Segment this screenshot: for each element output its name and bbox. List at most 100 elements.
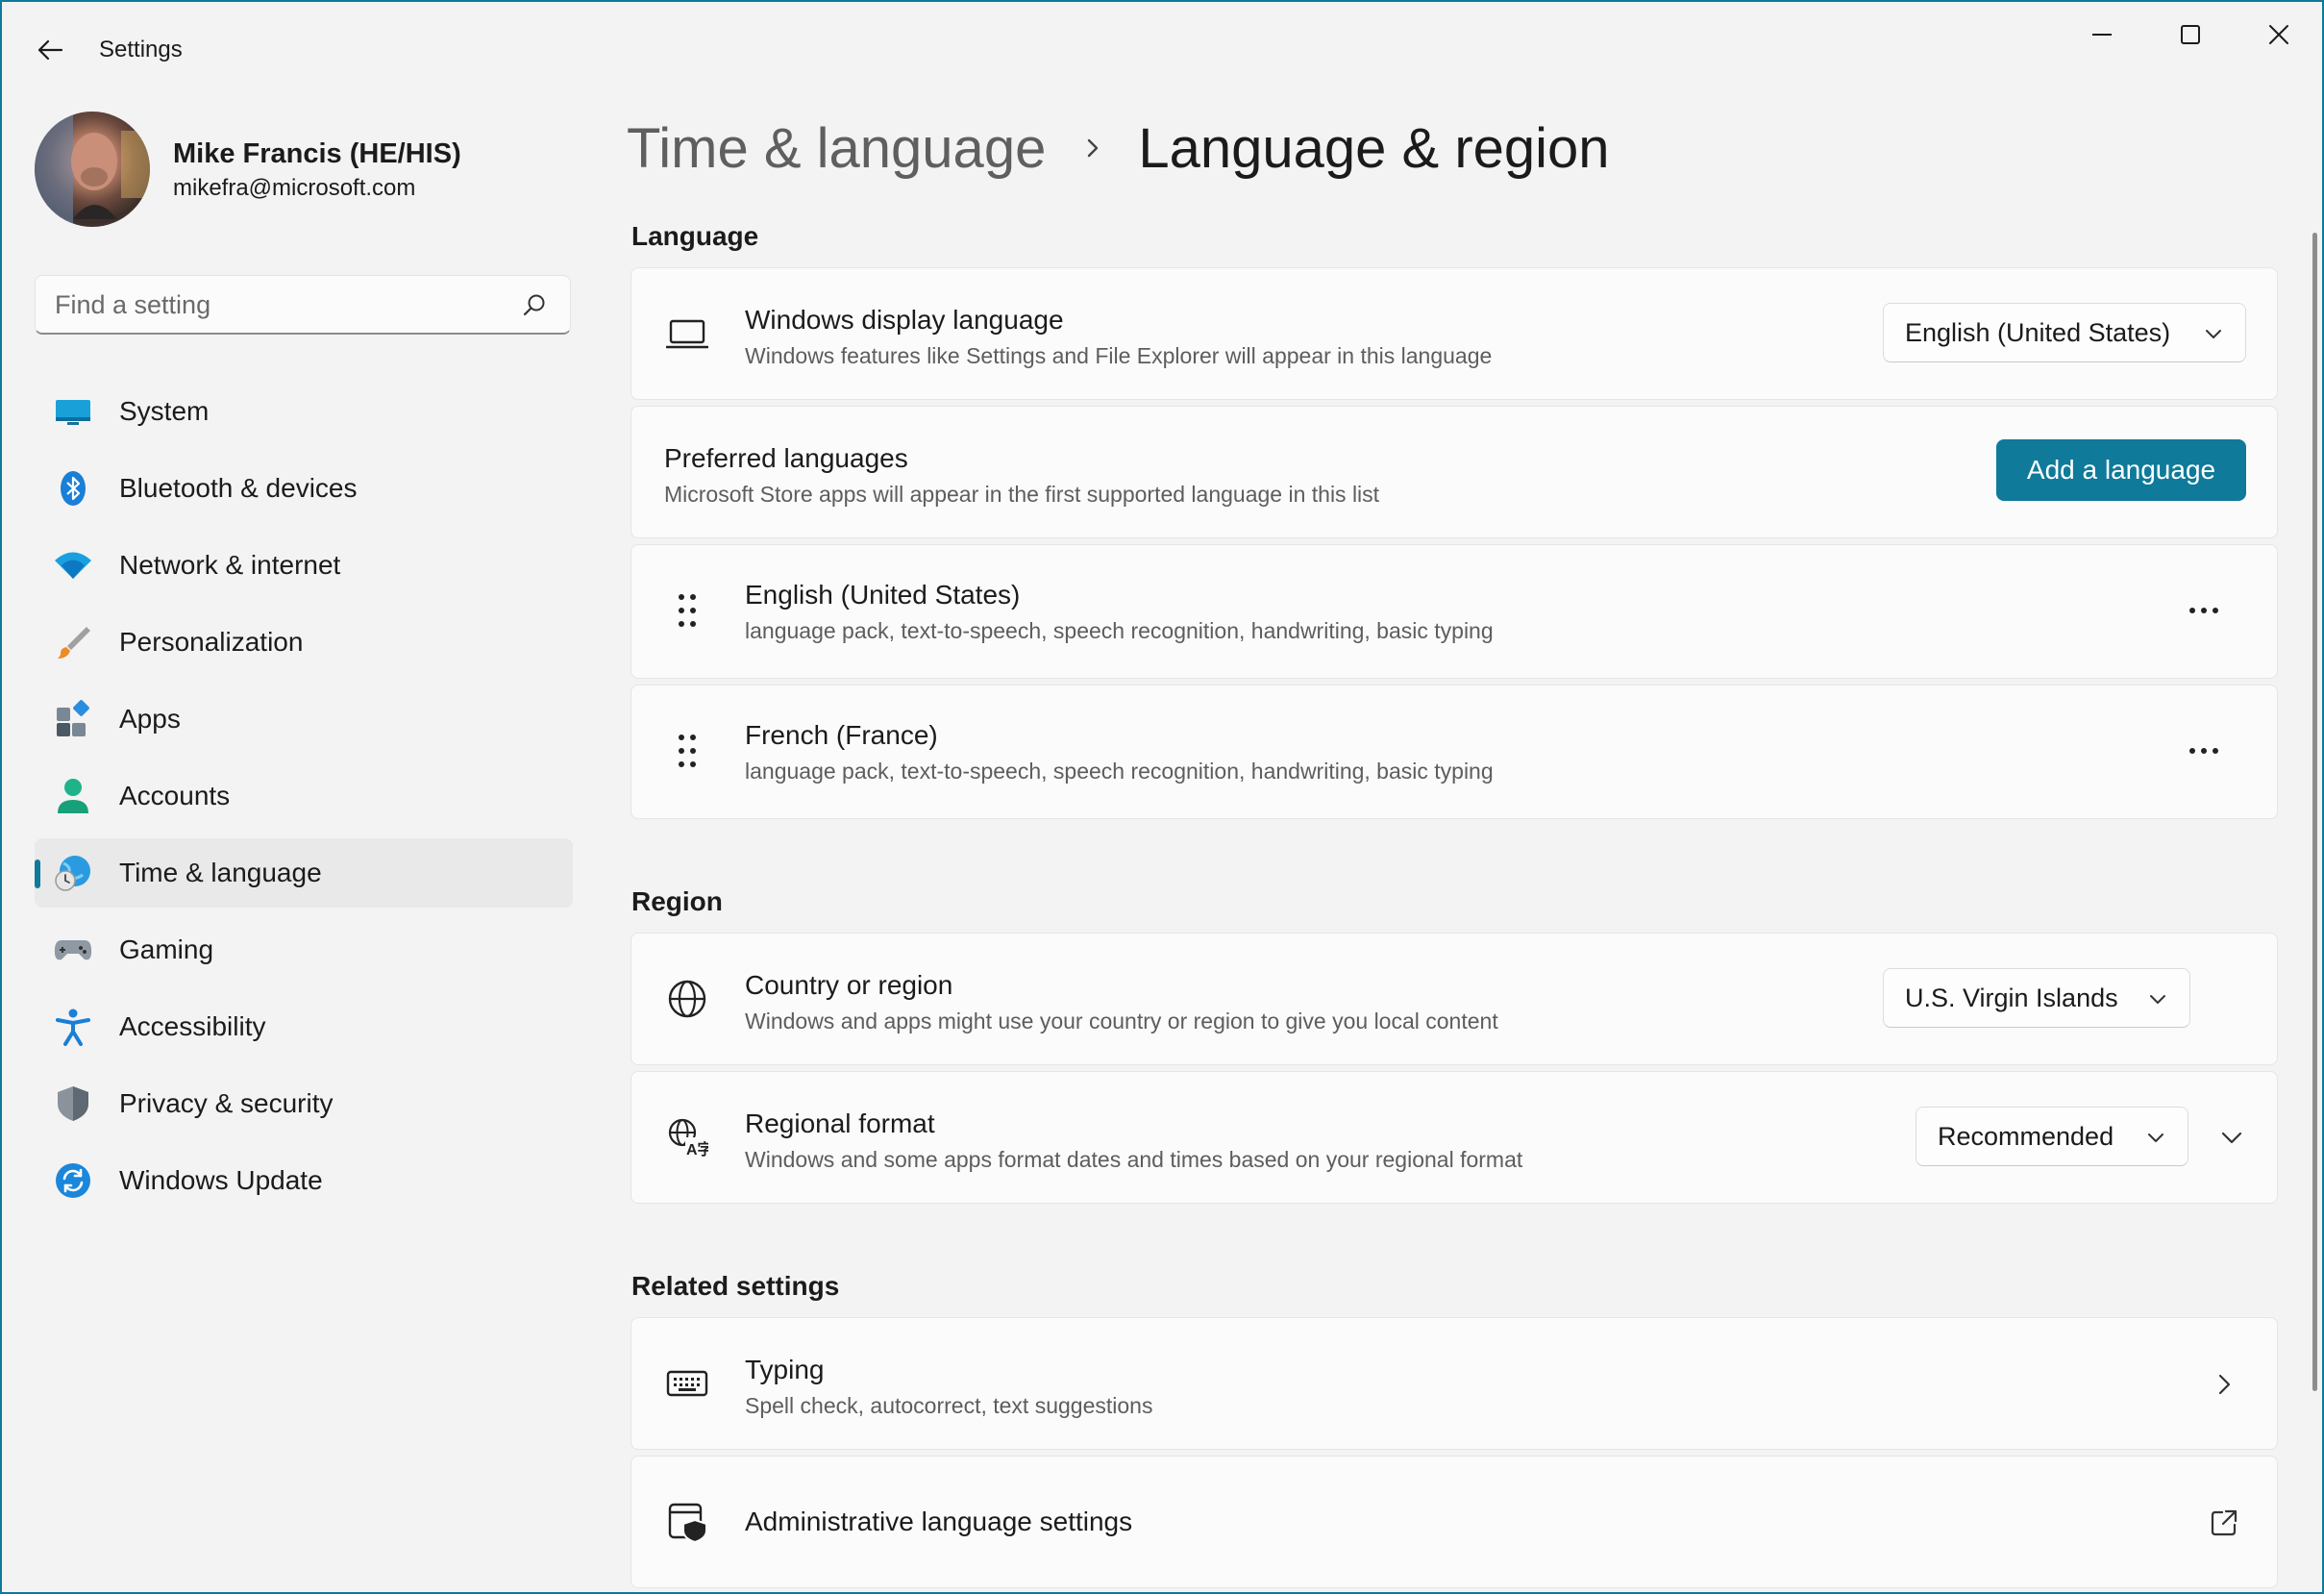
sidebar-item-personalization[interactable]: Personalization: [35, 608, 573, 677]
more-options-button[interactable]: [2185, 732, 2223, 770]
country-region-description: Windows and apps might use your country …: [745, 1009, 1498, 1034]
back-button[interactable]: [29, 31, 71, 69]
minimize-button[interactable]: [2059, 13, 2145, 56]
regional-format-card[interactable]: A字 Regional format Windows and some apps…: [630, 1071, 2278, 1204]
sidebar-item-label: Privacy & security: [119, 1088, 334, 1118]
sidebar-item-system[interactable]: System: [35, 377, 573, 446]
breadcrumb-parent[interactable]: Time & language: [627, 116, 1046, 181]
accessibility-icon: [56, 1009, 90, 1046]
country-region-title: Country or region: [745, 970, 953, 1000]
sidebar-item-network[interactable]: Network & internet: [35, 531, 573, 600]
update-icon: [56, 1163, 90, 1198]
app-title: Settings: [99, 37, 183, 62]
search-icon[interactable]: [522, 293, 547, 318]
gamepad-icon: [54, 940, 92, 960]
sidebar-nav: System Bluetooth & devices Network & int…: [35, 377, 573, 1223]
shield-icon: [58, 1086, 88, 1121]
search-input[interactable]: [55, 287, 507, 322]
more-icon: [2189, 748, 2218, 754]
close-button[interactable]: [2236, 13, 2322, 56]
search-box[interactable]: [35, 275, 571, 335]
sidebar-item-label: Gaming: [119, 934, 214, 964]
expand-chevron-icon[interactable]: [2215, 1122, 2248, 1155]
regional-format-value: Recommended: [1938, 1121, 2114, 1151]
bluetooth-icon: [61, 471, 86, 506]
chevron-down-icon: [2206, 330, 2221, 338]
preferred-languages-card: Preferred languages Microsoft Store apps…: [630, 406, 2278, 538]
title-bar: Settings: [2, 2, 2322, 98]
laptop-icon: [666, 319, 708, 349]
chevron-right-icon: [2218, 1374, 2231, 1395]
settings-window: Settings Mike Francis (HE/HIS) mikefra@m…: [0, 0, 2324, 1594]
add-language-button[interactable]: Add a language: [1996, 439, 2246, 501]
sidebar-item-gaming[interactable]: Gaming: [35, 915, 573, 984]
typing-description: Spell check, autocorrect, text suggestio…: [745, 1393, 1153, 1418]
sidebar-item-accessibility[interactable]: Accessibility: [35, 992, 573, 1061]
chevron-down-icon: [2148, 1133, 2163, 1142]
language-name: English (United States): [745, 580, 1021, 610]
minimize-icon: [2092, 34, 2112, 36]
more-options-button[interactable]: [2185, 591, 2223, 630]
sidebar-item-label: Accounts: [119, 781, 231, 810]
keyboard-icon: [666, 1370, 708, 1397]
scrollbar[interactable]: [2312, 233, 2317, 1391]
close-icon: [2269, 25, 2288, 44]
language-name: French (France): [745, 720, 938, 750]
section-title-language: Language: [631, 221, 759, 251]
language-features: language pack, text-to-speech, speech re…: [745, 759, 1494, 784]
display-language-description: Windows features like Settings and File …: [745, 343, 1493, 368]
chevron-down-icon: [2150, 995, 2165, 1004]
sidebar-item-privacy[interactable]: Privacy & security: [35, 1069, 573, 1138]
regional-format-dropdown[interactable]: Recommended: [1916, 1107, 2188, 1166]
admin-language-settings-link[interactable]: Administrative language settings: [630, 1456, 2278, 1588]
country-region-value: U.S. Virgin Islands: [1905, 983, 2118, 1012]
display-language-dropdown[interactable]: English (United States): [1883, 303, 2246, 362]
wifi-icon: [55, 552, 91, 579]
sidebar-item-accounts[interactable]: Accounts: [35, 761, 573, 831]
sidebar-item-apps[interactable]: Apps: [35, 685, 573, 754]
display-language-title: Windows display language: [745, 305, 1064, 335]
more-icon: [2189, 608, 2218, 613]
language-item[interactable]: French (France) language pack, text-to-s…: [630, 685, 2278, 819]
svg-text:A字: A字: [686, 1140, 708, 1158]
regional-format-description: Windows and some apps format dates and t…: [745, 1147, 1523, 1172]
apps-icon: [57, 700, 89, 736]
sidebar-item-label: Windows Update: [119, 1165, 323, 1195]
section-title-region: Region: [631, 886, 723, 916]
admin-shield-icon: [668, 1503, 707, 1543]
sidebar-item-label: System: [119, 396, 210, 426]
globe-clock-icon: [55, 856, 90, 891]
display-language-card: Windows display language Windows feature…: [630, 267, 2278, 400]
sidebar-item-label: Personalization: [119, 627, 304, 657]
chevron-right-icon: [1088, 138, 1099, 158]
sidebar-item-label: Accessibility: [119, 1011, 266, 1041]
language-item[interactable]: English (United States) language pack, t…: [630, 544, 2278, 679]
country-region-dropdown[interactable]: U.S. Virgin Islands: [1883, 968, 2190, 1028]
country-region-card: Country or region Windows and apps might…: [630, 933, 2278, 1065]
open-external-icon: [2211, 1509, 2237, 1536]
back-arrow-icon: [37, 39, 63, 61]
person-icon: [58, 779, 88, 813]
maximize-icon: [2181, 25, 2200, 44]
drag-handle-icon[interactable]: [666, 591, 708, 634]
sidebar-item-label: Network & internet: [119, 550, 341, 580]
language-features: language pack, text-to-speech, speech re…: [745, 618, 1494, 643]
profile-name: Mike Francis (HE/HIS): [173, 138, 461, 169]
regional-format-title: Regional format: [745, 1108, 935, 1138]
typing-link[interactable]: Typing Spell check, autocorrect, text su…: [630, 1317, 2278, 1450]
sidebar-item-windows-update[interactable]: Windows Update: [35, 1146, 573, 1215]
page-title: Language & region: [1138, 116, 1610, 180]
preferred-languages-title: Preferred languages: [664, 443, 908, 473]
typing-title: Typing: [745, 1355, 825, 1384]
globe-translate-icon: A字: [668, 1118, 708, 1158]
sidebar-item-time-language[interactable]: Time & language: [35, 838, 573, 908]
sidebar-item-bluetooth[interactable]: Bluetooth & devices: [35, 454, 573, 523]
globe-icon: [668, 980, 706, 1018]
avatar[interactable]: [35, 112, 150, 227]
sidebar-item-label: Apps: [119, 704, 181, 734]
drag-handle-icon[interactable]: [666, 732, 708, 774]
profile-email: mikefra@microsoft.com: [173, 175, 416, 201]
maximize-button[interactable]: [2147, 13, 2234, 56]
monitor-icon: [56, 400, 90, 425]
section-title-related: Related settings: [631, 1271, 840, 1301]
